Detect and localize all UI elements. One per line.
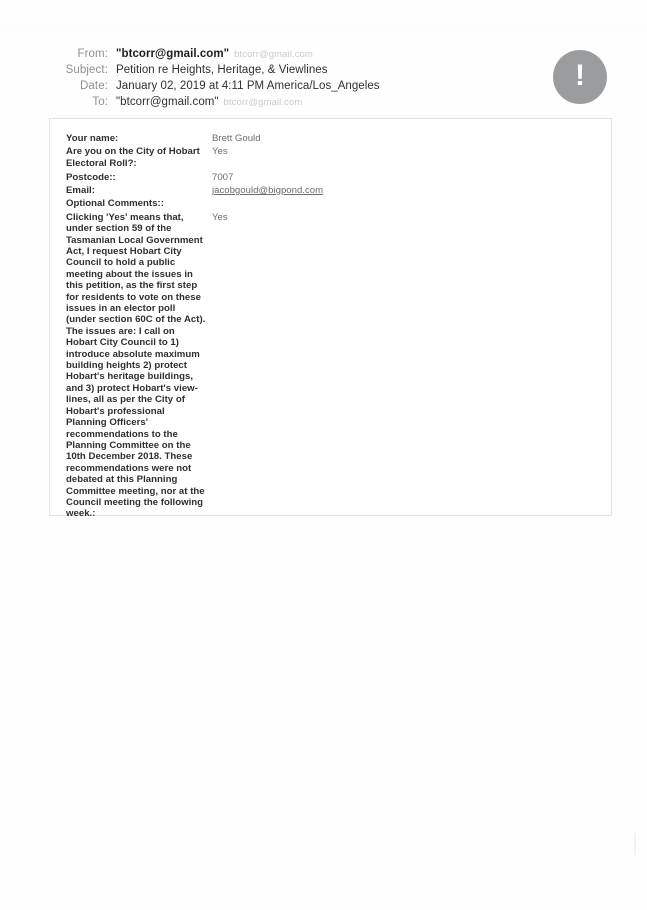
field-label-your-name: Your name: xyxy=(66,133,119,144)
field-label-postcode: Postcode:: xyxy=(66,171,116,183)
field-label-electoral-roll: Are you on the City of Hobart Electoral … xyxy=(66,146,200,169)
email-header: From: "btcorr@gmail.com" btcorr@gmail.co… xyxy=(52,48,472,112)
email-header-value-from: "btcorr@gmail.com" xyxy=(116,48,230,60)
email-header-row-subject: Subject: Petition re Heights, Heritage, … xyxy=(52,64,472,80)
scan-top-tint xyxy=(0,0,647,30)
email-header-value-to: "btcorr@gmail.com" xyxy=(116,96,219,108)
email-header-row-from: From: "btcorr@gmail.com" btcorr@gmail.co… xyxy=(52,48,472,64)
email-header-label-subject: Subject: xyxy=(65,64,108,76)
email-header-label-from: From: xyxy=(77,48,108,60)
field-label-email: Email: xyxy=(66,185,95,197)
table-row: Postcode:: 7007 xyxy=(66,172,586,183)
table-row: Are you on the City of Hobart Electoral … xyxy=(66,146,586,169)
field-value-electoral-roll: Yes xyxy=(212,146,228,158)
field-value-petition-consent: Yes xyxy=(212,211,228,223)
email-header-faint-from: btcorr@gmail.com xyxy=(234,49,313,60)
form-response-rows: Your name: Brett Gould Are you on the Ci… xyxy=(66,133,586,522)
field-value-your-name: Brett Gould xyxy=(212,133,261,144)
email-header-faint-to: btcorr@gmail.com xyxy=(223,97,303,108)
field-label-optional-comments: Optional Comments:: xyxy=(66,198,164,210)
scan-artifact-mark xyxy=(634,833,636,855)
field-value-email-link[interactable]: jacobgould@bigpond.com xyxy=(206,185,586,196)
exclamation-icon: ! xyxy=(553,50,607,104)
exclamation-glyph: ! xyxy=(575,59,585,92)
field-label-petition-consent: Clicking 'Yes' means that, under section… xyxy=(66,211,206,520)
table-row: Clicking 'Yes' means that, under section… xyxy=(66,212,586,520)
form-response-table: Your name: Brett Gould Are you on the Ci… xyxy=(49,118,612,519)
email-header-label-date: Date: xyxy=(80,80,108,92)
email-header-row-to: To: "btcorr@gmail.com" btcorr@gmail.com xyxy=(52,96,472,112)
table-row: Optional Comments:: xyxy=(66,198,586,209)
email-header-value-subject: Petition re Heights, Heritage, & Viewlin… xyxy=(116,64,328,76)
scanned-page: From: "btcorr@gmail.com" btcorr@gmail.co… xyxy=(0,0,647,910)
field-value-postcode: 7007 xyxy=(212,171,234,183)
email-header-row-date: Date: January 02, 2019 at 4:11 PM Americ… xyxy=(52,80,472,96)
table-row: Your name: Brett Gould xyxy=(66,133,586,144)
email-header-label-to: To: xyxy=(92,96,108,108)
email-header-value-date: January 02, 2019 at 4:11 PM America/Los_… xyxy=(116,80,380,92)
table-row: Email: jacobgould@bigpond.com xyxy=(66,185,586,196)
